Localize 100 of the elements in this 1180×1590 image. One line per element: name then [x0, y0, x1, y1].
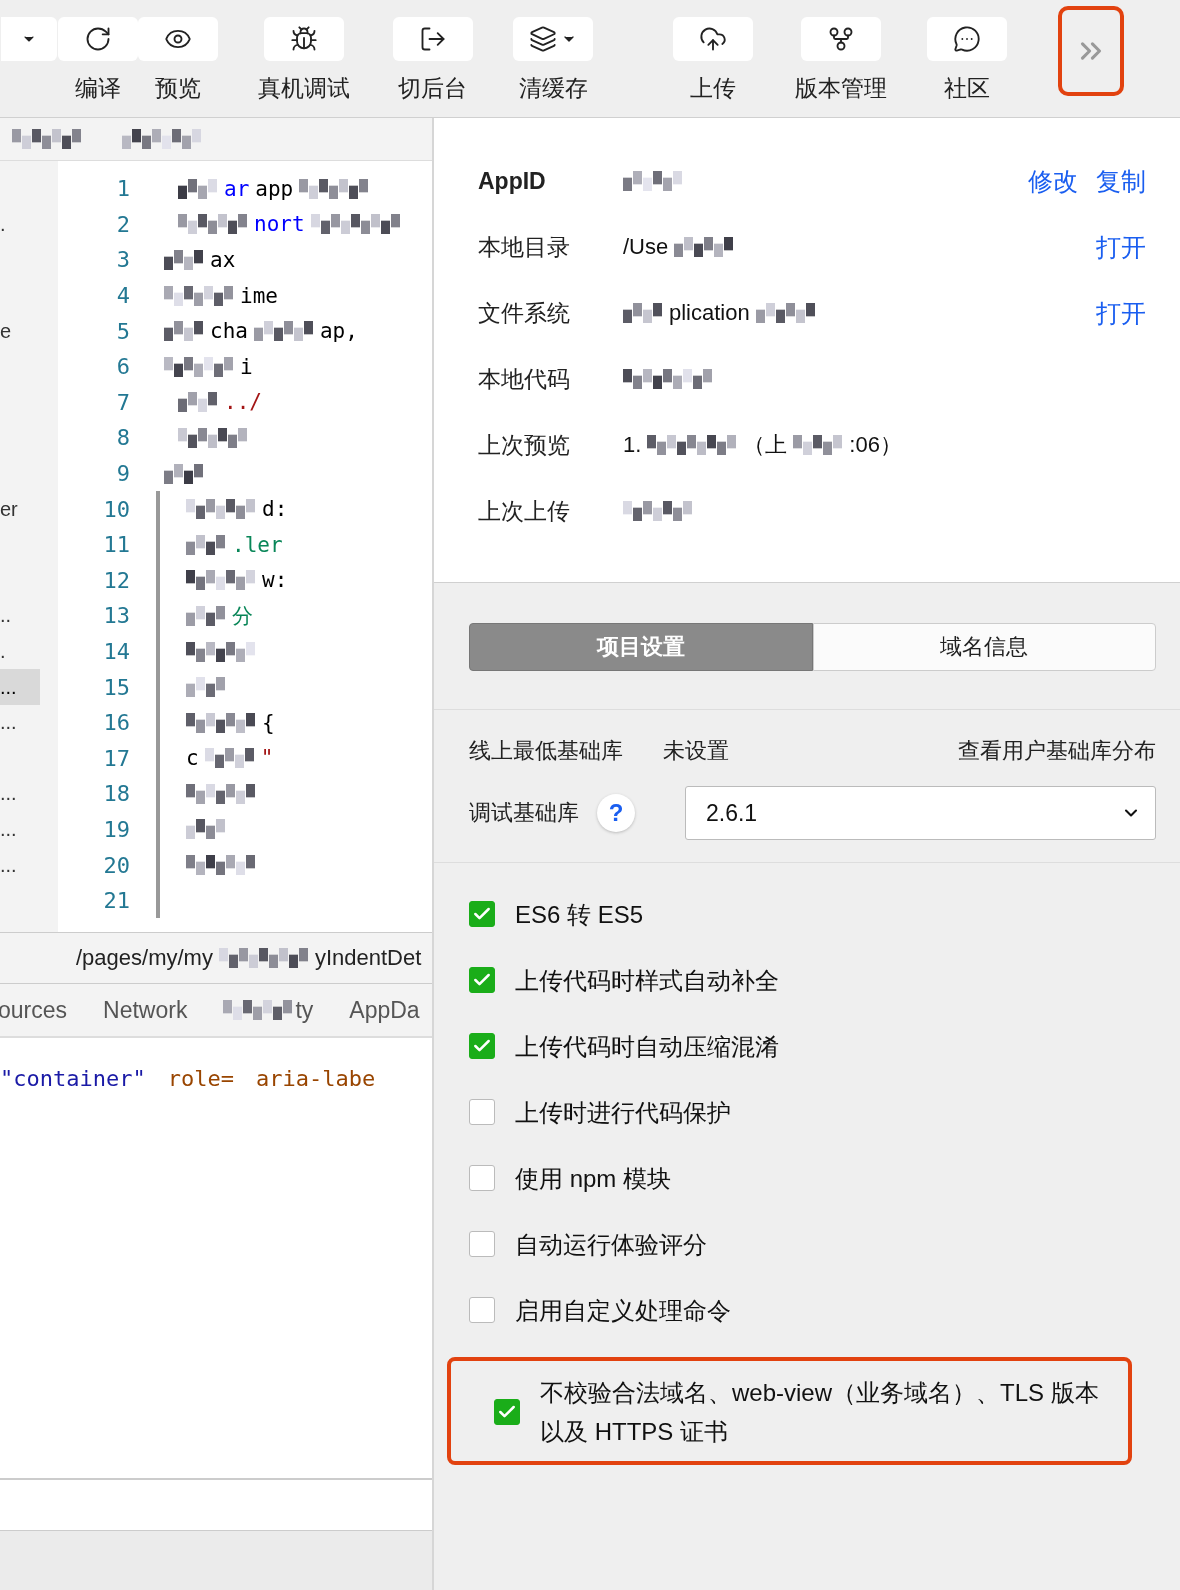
code-text: w:: [262, 568, 288, 593]
checkbox[interactable]: [469, 967, 495, 993]
layers-icon: [529, 25, 557, 53]
toolbar-button[interactable]: [513, 17, 593, 61]
option-label: 上传代码时自动压缩混淆: [515, 1031, 779, 1062]
settings-tab[interactable]: 域名信息: [812, 623, 1156, 671]
line-number: 7: [115, 389, 130, 415]
info-value: /Use: [623, 234, 669, 260]
help-button[interactable]: ?: [597, 794, 635, 832]
code-text: 分: [232, 602, 253, 630]
line-number: 16: [102, 710, 130, 736]
info-value: （上: [743, 431, 788, 459]
line-number: 17: [102, 745, 130, 771]
toolbar-label: 真机调试: [258, 74, 350, 103]
line-number: 20: [102, 852, 130, 878]
toolbar-button[interactable]: [392, 17, 473, 61]
mosaic-drawing: [178, 214, 248, 235]
mosaic-drawing: [623, 303, 663, 323]
action-link[interactable]: 修改: [1028, 164, 1078, 198]
toolbar-button[interactable]: [927, 17, 1007, 61]
mosaic-drawing: [178, 427, 248, 448]
line-number: 5: [115, 318, 130, 344]
toolbar-label: 编译: [74, 74, 121, 103]
info-label: 文件系统: [478, 298, 571, 328]
line-number: 10: [102, 496, 130, 522]
toolbar-label: 清缓存: [518, 74, 588, 103]
option-label: 启用自定义处理命令: [515, 1295, 731, 1326]
devtools-tab[interactable]: Network: [103, 996, 188, 1024]
toolbar-button[interactable]: [57, 17, 138, 61]
devtools-tab[interactable]: AppDa: [349, 996, 420, 1024]
setting-label: 调试基础库: [469, 799, 579, 827]
setting-label: 线上最低基础库: [469, 737, 623, 765]
toolbar-button[interactable]: [673, 17, 753, 61]
version-select[interactable]: 2.6.1: [685, 786, 1156, 840]
mosaic-drawing: [204, 748, 255, 769]
code-text: d:: [262, 497, 288, 522]
line-number: 13: [102, 603, 130, 629]
mosaic-drawing: [623, 501, 693, 521]
mosaic-drawing: [623, 171, 683, 191]
file-path: /pages/my/my: [76, 945, 213, 971]
line-number: 14: [102, 639, 130, 664]
option-label: 不校验合法域名、web-view（业务域名）、TLS 版本以及 HTTPS 证书: [540, 1378, 1100, 1447]
option-label: 自动运行体验评分: [515, 1229, 707, 1260]
checkbox[interactable]: [469, 1165, 495, 1191]
action-link[interactable]: 打开: [1096, 230, 1146, 264]
outline-item[interactable]: ...: [0, 669, 40, 705]
checkbox[interactable]: [494, 1399, 520, 1425]
code-text: ": [260, 746, 274, 771]
code-text: {: [262, 710, 275, 735]
mosaic-drawing: [793, 435, 844, 455]
toolbar-button[interactable]: [264, 17, 344, 61]
checkbox[interactable]: [469, 1033, 495, 1059]
line-number: 2: [115, 211, 130, 237]
toolbar-button[interactable]: [800, 17, 881, 61]
code-text: .ler: [232, 532, 283, 557]
checkbox[interactable]: [469, 1099, 495, 1125]
code-text: app: [255, 176, 294, 201]
mosaic-drawing: [253, 321, 314, 342]
option-label: 上传时进行代码保护: [515, 1097, 731, 1128]
code-text: c: [186, 746, 199, 771]
checkbox[interactable]: [469, 901, 495, 927]
toolbar-label: 预览: [154, 74, 201, 103]
info-value: 1.: [623, 432, 642, 458]
mosaic-drawing: [755, 303, 816, 323]
line-number: 1: [115, 176, 130, 202]
code-text: aria-labe: [255, 1065, 376, 1091]
code-text: ime: [240, 283, 278, 308]
code-text: ../: [224, 390, 262, 415]
line-number: 8: [115, 425, 130, 451]
option-label: ES6 转 ES5: [515, 899, 644, 930]
checkbox[interactable]: [469, 1297, 495, 1323]
line-number: 11: [102, 532, 130, 558]
toolbar-label: 社区: [944, 74, 990, 103]
checkbox[interactable]: [469, 1231, 495, 1257]
code-text: nort: [254, 212, 305, 237]
mosaic-drawing: [178, 392, 218, 413]
info-label: 本地代码: [478, 364, 571, 394]
devtools-tab[interactable]: ty: [223, 996, 314, 1024]
distribution-link[interactable]: 查看用户基础库分布: [958, 736, 1156, 766]
action-link[interactable]: 打开: [1096, 296, 1146, 330]
bug-icon: [290, 25, 318, 53]
line-number: 21: [102, 888, 130, 914]
toolbar-button[interactable]: [137, 17, 218, 61]
info-label: AppID: [478, 167, 547, 195]
more-button[interactable]: [1058, 6, 1124, 96]
code-text: ax: [210, 248, 236, 272]
line-number: 4: [115, 283, 130, 309]
mosaic-drawing: [674, 237, 735, 257]
code-text: cha: [210, 319, 248, 344]
mosaic-drawing: [12, 129, 82, 149]
chat-bubble-icon: [953, 25, 981, 53]
info-value: plication: [669, 300, 750, 326]
setting-value: 未设置: [663, 737, 729, 765]
toolbar-label: 切后台: [398, 74, 467, 103]
action-link[interactable]: 复制: [1096, 164, 1146, 198]
line-number: 12: [102, 567, 130, 593]
line-number: 6: [115, 354, 130, 380]
line-number: 18: [102, 781, 130, 807]
toolbar-label: 上传: [690, 74, 736, 103]
info-label: 上次预览: [478, 430, 571, 460]
